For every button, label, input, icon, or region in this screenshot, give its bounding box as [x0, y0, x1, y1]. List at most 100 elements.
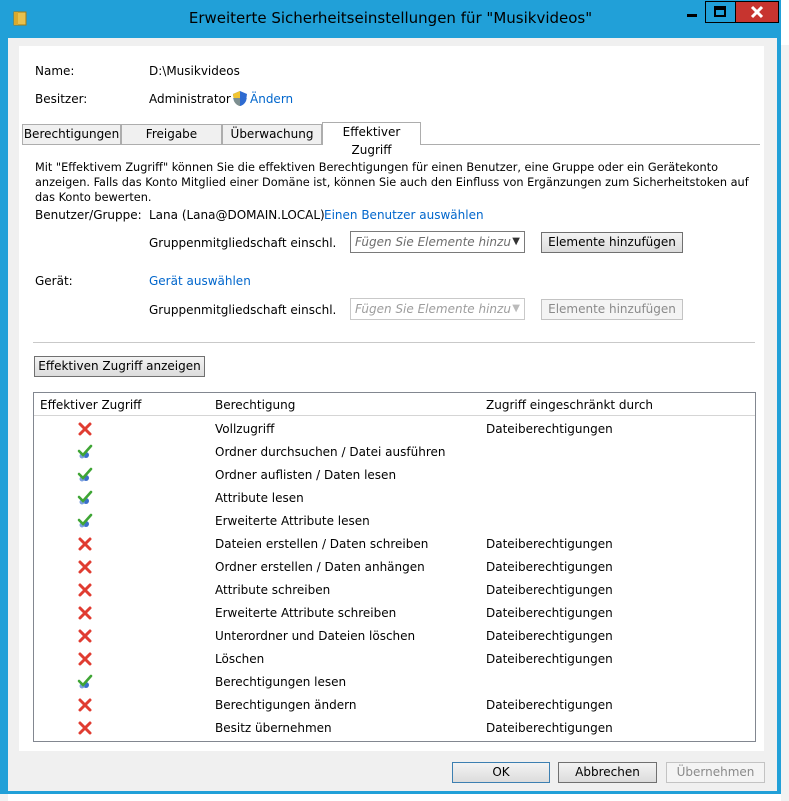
permission-name: Attribute schreiben — [215, 583, 331, 597]
column-permission[interactable]: Berechtigung — [215, 398, 295, 412]
permission-name: Erweiterte Attribute schreiben — [215, 606, 397, 620]
permission-name: Dateien erstellen / Daten schreiben — [215, 537, 429, 551]
owner-label: Besitzer: — [35, 92, 88, 106]
limited-by: Dateiberechtigungen — [486, 537, 613, 551]
effective-access-table[interactable]: Effektiver Zugriff Berechtigung Zugriff … — [33, 392, 756, 742]
limited-by: Dateiberechtigungen — [486, 698, 613, 712]
permission-name: Ordner durchsuchen / Datei ausführen — [215, 445, 446, 459]
select-device-link[interactable]: Gerät auswählen — [149, 274, 251, 288]
table-row[interactable]: Ordner auflisten / Daten lesen — [34, 463, 755, 486]
table-header: Effektiver Zugriff Berechtigung Zugriff … — [34, 393, 755, 416]
table-row[interactable]: Ordner durchsuchen / Datei ausführen — [34, 440, 755, 463]
allowed-check-icon — [77, 674, 93, 690]
dialog-window: Erweiterte Sicherheitseinstellungen für … — [0, 0, 789, 801]
select-user-link[interactable]: Einen Benutzer auswählen — [324, 208, 484, 222]
allowed-check-icon — [77, 444, 93, 460]
device-combo-placeholder: Fügen Sie Elemente hinzu — [355, 302, 511, 316]
table-row[interactable]: Unterordner und Dateien löschen Dateibere… — [34, 624, 755, 647]
allowed-check-icon — [77, 490, 93, 506]
permission-name: Besitz übernehmen — [215, 721, 332, 735]
permission-name: Erweiterte Attribute lesen — [215, 514, 370, 528]
add-items-button[interactable]: Elemente hinzufügen — [541, 232, 683, 253]
limited-by: Dateiberechtigungen — [486, 629, 613, 643]
content-panel: Name: D:\Musikvideos Besitzer: Administr… — [19, 46, 764, 751]
tab-permissions[interactable]: Berechtigungen — [22, 124, 121, 144]
change-owner-link[interactable]: Ändern — [250, 92, 293, 106]
denied-x-icon — [77, 651, 93, 667]
device-group-membership-label: Gruppenmitgliedschaft einschl. — [149, 303, 337, 317]
background-right — [781, 45, 789, 801]
close-icon — [750, 5, 764, 19]
column-effective-access[interactable]: Effektiver Zugriff — [40, 398, 141, 412]
denied-x-icon — [77, 559, 93, 575]
device-label: Gerät: — [35, 274, 73, 288]
limited-by: Dateiberechtigungen — [486, 422, 613, 436]
permission-name: Unterordner und Dateien löschen — [215, 629, 416, 643]
denied-x-icon — [77, 536, 93, 552]
window-frame: Erweiterte Sicherheitseinstellungen für … — [0, 0, 781, 794]
permission-name: Attribute lesen — [215, 491, 304, 505]
permission-name: Berechtigungen ändern — [215, 698, 357, 712]
table-row[interactable]: Berechtigungen ändern Dateiberechtigungen — [34, 693, 755, 716]
table-row[interactable]: Besitz übernehmen Dateiberechtigungen — [34, 716, 755, 739]
dialog-client: Name: D:\Musikvideos Besitzer: Administr… — [8, 38, 777, 791]
table-row[interactable]: Dateien erstellen / Daten schreiben Datei… — [34, 532, 755, 555]
show-effective-access-button[interactable]: Effektiven Zugriff anzeigen — [34, 356, 205, 377]
tab-sharing[interactable]: Freigabe — [121, 124, 222, 144]
denied-x-icon — [77, 697, 93, 713]
denied-x-icon — [77, 421, 93, 437]
window-title: Erweiterte Sicherheitseinstellungen für … — [188, 9, 593, 27]
permission-name: Ordner auflisten / Daten lesen — [215, 468, 397, 482]
device-group-combo[interactable]: Fügen Sie Elemente hinzu ▼ — [350, 298, 525, 320]
ok-button[interactable]: OK — [452, 762, 550, 783]
limited-by: Dateiberechtigungen — [486, 560, 613, 574]
combo-placeholder: Fügen Sie Elemente hinzu — [355, 235, 511, 249]
apply-button[interactable]: Übernehmen — [666, 762, 765, 783]
allowed-check-icon — [77, 513, 93, 529]
effective-description: Mit "Effektivem Zugriff" können Sie die … — [35, 161, 749, 204]
denied-x-icon — [77, 628, 93, 644]
denied-x-icon — [77, 582, 93, 598]
group-membership-combo[interactable]: Fügen Sie Elemente hinzu ▼ — [350, 231, 525, 253]
tab-auditing[interactable]: Überwachung — [222, 124, 322, 144]
maximize-icon — [714, 6, 726, 17]
table-row[interactable]: Erweiterte Attribute lesen — [34, 509, 755, 532]
permission-name: Berechtigungen lesen — [215, 675, 347, 689]
table-row[interactable]: Berechtigungen lesen — [34, 670, 755, 693]
denied-x-icon — [77, 605, 93, 621]
chevron-down-icon: ▼ — [512, 303, 520, 314]
allowed-check-icon — [77, 467, 93, 483]
table-row[interactable]: Löschen Dateiberechtigungen — [34, 647, 755, 670]
name-value: D:\Musikvideos — [149, 64, 240, 78]
tab-effective-access[interactable]: Effektiver Zugriff — [322, 122, 421, 157]
table-row[interactable]: Attribute lesen — [34, 486, 755, 509]
denied-x-icon — [77, 720, 93, 736]
group-membership-label: Gruppenmitgliedschaft einschl. — [149, 236, 337, 250]
limited-by: Dateiberechtigungen — [486, 606, 613, 620]
table-row[interactable]: Attribute schreiben Dateiberechtigungen — [34, 578, 755, 601]
limited-by: Dateiberechtigungen — [486, 652, 613, 666]
cancel-button[interactable]: Abbrechen — [558, 762, 657, 783]
title-bar[interactable]: Erweiterte Sicherheitseinstellungen für … — [0, 0, 781, 38]
permission-name: Ordner erstellen / Daten anhängen — [215, 560, 425, 574]
owner-value: Administrator — [149, 92, 231, 106]
name-label: Name: — [35, 64, 75, 78]
column-limited-by[interactable]: Zugriff eingeschränkt durch — [486, 398, 653, 412]
limited-by: Dateiberechtigungen — [486, 721, 613, 735]
permission-name: Vollzugriff — [215, 422, 275, 436]
table-row[interactable]: Erweiterte Attribute schreiben Dateiberec… — [34, 601, 755, 624]
user-group-label: Benutzer/Gruppe: — [35, 208, 142, 222]
minimize-icon — [687, 14, 697, 17]
minimize-button[interactable] — [676, 1, 706, 23]
table-row[interactable]: Ordner erstellen / Daten anhängen Dateibe… — [34, 555, 755, 578]
section-divider — [33, 342, 755, 343]
maximize-button[interactable] — [705, 1, 736, 23]
device-add-items-button[interactable]: Elemente hinzufügen — [541, 299, 683, 320]
close-button[interactable] — [735, 1, 779, 23]
shield-icon — [233, 91, 247, 106]
chevron-down-icon: ▼ — [512, 236, 520, 247]
table-row[interactable]: Vollzugriff Dateiberechtigungen — [34, 417, 755, 440]
permission-name: Löschen — [215, 652, 265, 666]
limited-by: Dateiberechtigungen — [486, 583, 613, 597]
user-group-value: Lana (Lana@DOMAIN.LOCAL) — [149, 208, 325, 222]
